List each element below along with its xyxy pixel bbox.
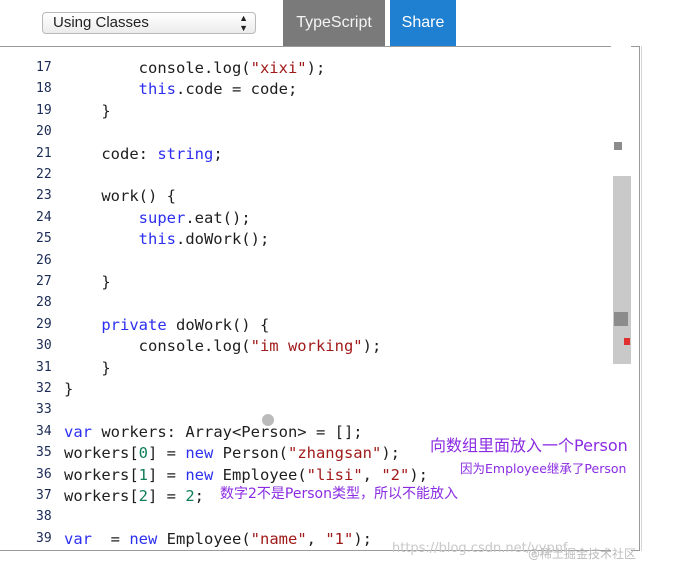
example-select[interactable]: Using Classes ▲ ▼	[42, 12, 256, 34]
code-line: 29 private doWork() {	[0, 314, 639, 336]
annotation-line-36: 因为Employee继承了Person	[460, 461, 627, 476]
watermark-brand: @稀土掘金技术社区	[528, 547, 637, 561]
code-text: }	[64, 101, 111, 120]
code-text: this.doWork();	[138, 230, 270, 249]
line-number: 25	[36, 231, 52, 247]
line-number: 27	[36, 274, 52, 289]
code-text: .work();	[64, 549, 139, 550]
line-number: 24	[36, 209, 52, 225]
code-line: 20	[0, 121, 639, 143]
line-number: 38	[36, 509, 52, 525]
mouse-cursor-icon	[262, 414, 274, 426]
code-line: 21 code: string;	[0, 143, 639, 165]
code-line: 23 work() {	[0, 185, 639, 207]
code-line: 27 }	[0, 271, 639, 293]
annotation-line-35: 向数组里面放入一个Person	[430, 436, 628, 455]
code-text: private doWork() {	[101, 315, 270, 334]
line-number: 23	[36, 188, 52, 204]
code-line: 24 super.eat();	[0, 207, 639, 229]
share-button[interactable]: Share	[390, 0, 456, 46]
line-number: 22	[36, 167, 52, 182]
code-line: 25 this.doWork();	[0, 228, 639, 250]
select-arrows-icon: ▲ ▼	[239, 13, 248, 33]
code-text: console.log("xixi");	[64, 59, 326, 77]
line-number: 37	[36, 488, 52, 503]
line-number: 34	[36, 423, 52, 439]
line-number: 20	[36, 124, 52, 140]
code-text: var workers: Array<Person> = [];	[64, 422, 363, 441]
error-marker	[624, 338, 630, 345]
toolbar: Using Classes ▲ ▼ TypeScript Share	[0, 0, 674, 46]
editor-scroll-thumb[interactable]	[613, 176, 631, 364]
code-line: 32}	[0, 378, 639, 400]
line-number: 18	[36, 81, 52, 97]
overview-marker	[614, 312, 628, 326]
code-text: super.eat();	[138, 208, 251, 227]
line-number: 21	[36, 145, 52, 161]
line-number: 36	[36, 466, 52, 482]
code-text: this.code = code;	[138, 80, 298, 99]
code-text: workers[2] = 2;	[64, 487, 205, 505]
line-number: 19	[36, 102, 52, 118]
line-number: 29	[36, 316, 52, 332]
code-text: console.log("im working");	[64, 337, 382, 356]
line-number: 40	[36, 549, 56, 550]
code-line: 26	[0, 250, 639, 272]
code-line: 30 console.log("im working");	[0, 335, 639, 357]
line-number: 28	[36, 295, 52, 311]
code-text: work() {	[64, 187, 176, 206]
output-panel	[641, 46, 674, 551]
code-text: }	[64, 380, 74, 398]
code-line: 18 this.code = code;	[0, 78, 639, 100]
line-number: 30	[36, 338, 52, 354]
code-text: }	[64, 358, 111, 377]
code-line: 17 console.log("xixi");	[0, 57, 639, 79]
code-line: 33	[0, 399, 639, 421]
overview-marker	[614, 142, 622, 150]
line-number: 31	[36, 359, 52, 375]
typescript-button[interactable]: TypeScript	[283, 0, 385, 46]
code-text: workers[0] = new Person("zhangsan");	[64, 444, 400, 463]
code-text: var = new Employee("name", "1");	[64, 529, 372, 548]
line-number: 33	[36, 402, 52, 418]
line-number: 26	[36, 252, 52, 268]
code-text: }	[64, 273, 111, 291]
line-number: 35	[36, 445, 52, 461]
line-number: 39	[36, 530, 52, 546]
line-number: 32	[36, 381, 52, 396]
code-line: 31 }	[0, 357, 639, 379]
code-line: 28	[0, 292, 639, 314]
line-number: 17	[36, 60, 52, 75]
example-select-value: Using Classes	[53, 14, 149, 31]
code-text: code: string;	[64, 144, 223, 163]
code-line: 38	[0, 506, 639, 528]
code-line: 19 }	[0, 100, 639, 122]
annotation-line-37: 数字2不是Person类型，所以不能放入	[220, 486, 458, 502]
code-line: 22	[0, 164, 639, 186]
